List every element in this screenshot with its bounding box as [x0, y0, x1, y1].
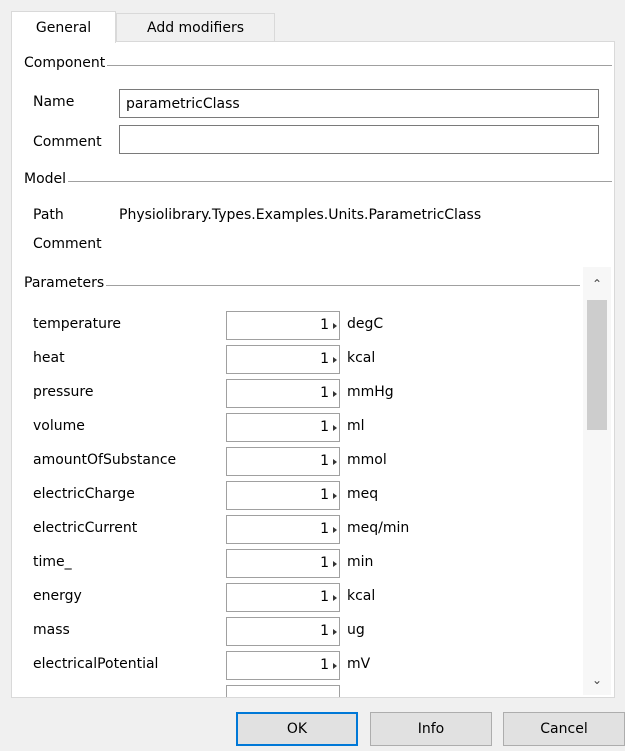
triangle-right-icon[interactable]: [333, 425, 337, 431]
param-unit: meq: [347, 486, 379, 502]
parameters-divider: [24, 285, 580, 286]
param-name: electricCurrent: [33, 520, 138, 536]
param-value-field[interactable]: 1: [226, 583, 340, 612]
path-value: Physiolibrary.Types.Examples.Units.Param…: [119, 207, 482, 223]
param-row-pressure: pressure 1 mmHg: [12, 378, 582, 408]
triangle-right-icon[interactable]: [333, 493, 337, 499]
param-unit: mmol: [347, 452, 387, 468]
chevron-down-icon[interactable]: ⌄: [583, 669, 611, 691]
general-panel: Component Name Comment Model Path Physio…: [11, 41, 615, 698]
param-value-field[interactable]: 1: [226, 413, 340, 442]
tab-general[interactable]: General: [11, 11, 116, 43]
param-unit: min: [347, 554, 374, 570]
comment-label: Comment: [33, 134, 102, 150]
model-comment-label: Comment: [33, 236, 102, 252]
param-value: 1: [320, 657, 329, 673]
param-name: mass: [33, 622, 70, 638]
comment-input[interactable]: [119, 125, 599, 154]
param-row-energy: energy 1 kcal: [12, 582, 582, 612]
param-name: heat: [33, 350, 65, 366]
param-unit: degC: [347, 316, 384, 332]
triangle-right-icon[interactable]: [333, 663, 337, 669]
param-row-time: time_ 1 min: [12, 548, 582, 578]
param-unit: ml: [347, 418, 365, 434]
triangle-right-icon[interactable]: [333, 323, 337, 329]
param-value: 1: [320, 317, 329, 333]
param-value: 1: [320, 487, 329, 503]
param-value-field[interactable]: 1: [226, 379, 340, 408]
cancel-button[interactable]: Cancel: [503, 712, 625, 746]
triangle-right-icon[interactable]: [333, 391, 337, 397]
param-value-field[interactable]: 1: [226, 515, 340, 544]
param-value: 1: [320, 521, 329, 537]
param-row-electric-current: electricCurrent 1 meq/min: [12, 514, 582, 544]
param-unit: mV: [347, 656, 371, 672]
param-name: electricCharge: [33, 486, 135, 502]
model-heading: Model: [24, 171, 69, 187]
param-value: 1: [320, 555, 329, 571]
param-name: pressure: [33, 384, 94, 400]
param-row-temperature: temperature 1 degC: [12, 310, 582, 340]
parameters-list: temperature 1 degC heat 1 kcal pressure …: [12, 310, 582, 697]
param-unit: kcal: [347, 350, 376, 366]
param-row-mass: mass 1 ug: [12, 616, 582, 646]
param-value-field[interactable]: 1: [226, 345, 340, 374]
triangle-right-icon[interactable]: [333, 595, 337, 601]
tab-add-modifiers-label: Add modifiers: [146, 20, 244, 36]
parameters-scrollbar[interactable]: ⌃ ⌄: [583, 267, 611, 695]
triangle-right-icon[interactable]: [333, 459, 337, 465]
param-name: time_: [33, 554, 72, 570]
param-value: 1: [320, 351, 329, 367]
triangle-right-icon[interactable]: [333, 527, 337, 533]
param-name: amountOfSubstance: [33, 452, 177, 468]
param-value-field[interactable]: 1: [226, 311, 340, 340]
param-row-partial: [12, 684, 582, 697]
param-name: electricalPotential: [33, 656, 159, 672]
param-row-electrical-potential: electricalPotential 1 mV: [12, 650, 582, 680]
triangle-right-icon[interactable]: [333, 357, 337, 363]
component-divider: [24, 65, 612, 66]
triangle-right-icon[interactable]: [333, 629, 337, 635]
ok-button[interactable]: OK: [236, 712, 358, 746]
param-value: 1: [320, 623, 329, 639]
param-unit: kcal: [347, 588, 376, 604]
param-unit: meq/min: [347, 520, 410, 536]
param-value-field[interactable]: 1: [226, 651, 340, 680]
param-value: 1: [320, 589, 329, 605]
model-divider: [24, 181, 612, 182]
param-value-field[interactable]: [226, 685, 340, 697]
param-row-volume: volume 1 ml: [12, 412, 582, 442]
param-row-amount-of-substance: amountOfSubstance 1 mmol: [12, 446, 582, 476]
param-value-field[interactable]: 1: [226, 481, 340, 510]
path-label: Path: [33, 207, 64, 223]
parameters-heading: Parameters: [24, 275, 107, 291]
param-value: 1: [320, 385, 329, 401]
param-unit: ug: [347, 622, 365, 638]
param-value-field[interactable]: 1: [226, 617, 340, 646]
param-name: energy: [33, 588, 82, 604]
tab-add-modifiers[interactable]: Add modifiers: [116, 13, 275, 42]
param-value: 1: [320, 419, 329, 435]
triangle-right-icon[interactable]: [333, 561, 337, 567]
param-name: temperature: [33, 316, 121, 332]
name-input[interactable]: [119, 89, 599, 118]
info-button[interactable]: Info: [370, 712, 492, 746]
param-value-field[interactable]: 1: [226, 447, 340, 476]
tab-general-label: General: [35, 19, 92, 36]
param-row-heat: heat 1 kcal: [12, 344, 582, 374]
param-row-electric-charge: electricCharge 1 meq: [12, 480, 582, 510]
scrollbar-thumb[interactable]: [587, 300, 607, 430]
component-heading: Component: [24, 55, 108, 71]
param-unit: mmHg: [347, 384, 394, 400]
chevron-up-icon[interactable]: ⌃: [583, 273, 611, 295]
param-name: volume: [33, 418, 85, 434]
param-value-field[interactable]: 1: [226, 549, 340, 578]
param-value: 1: [320, 453, 329, 469]
name-label: Name: [33, 94, 75, 110]
